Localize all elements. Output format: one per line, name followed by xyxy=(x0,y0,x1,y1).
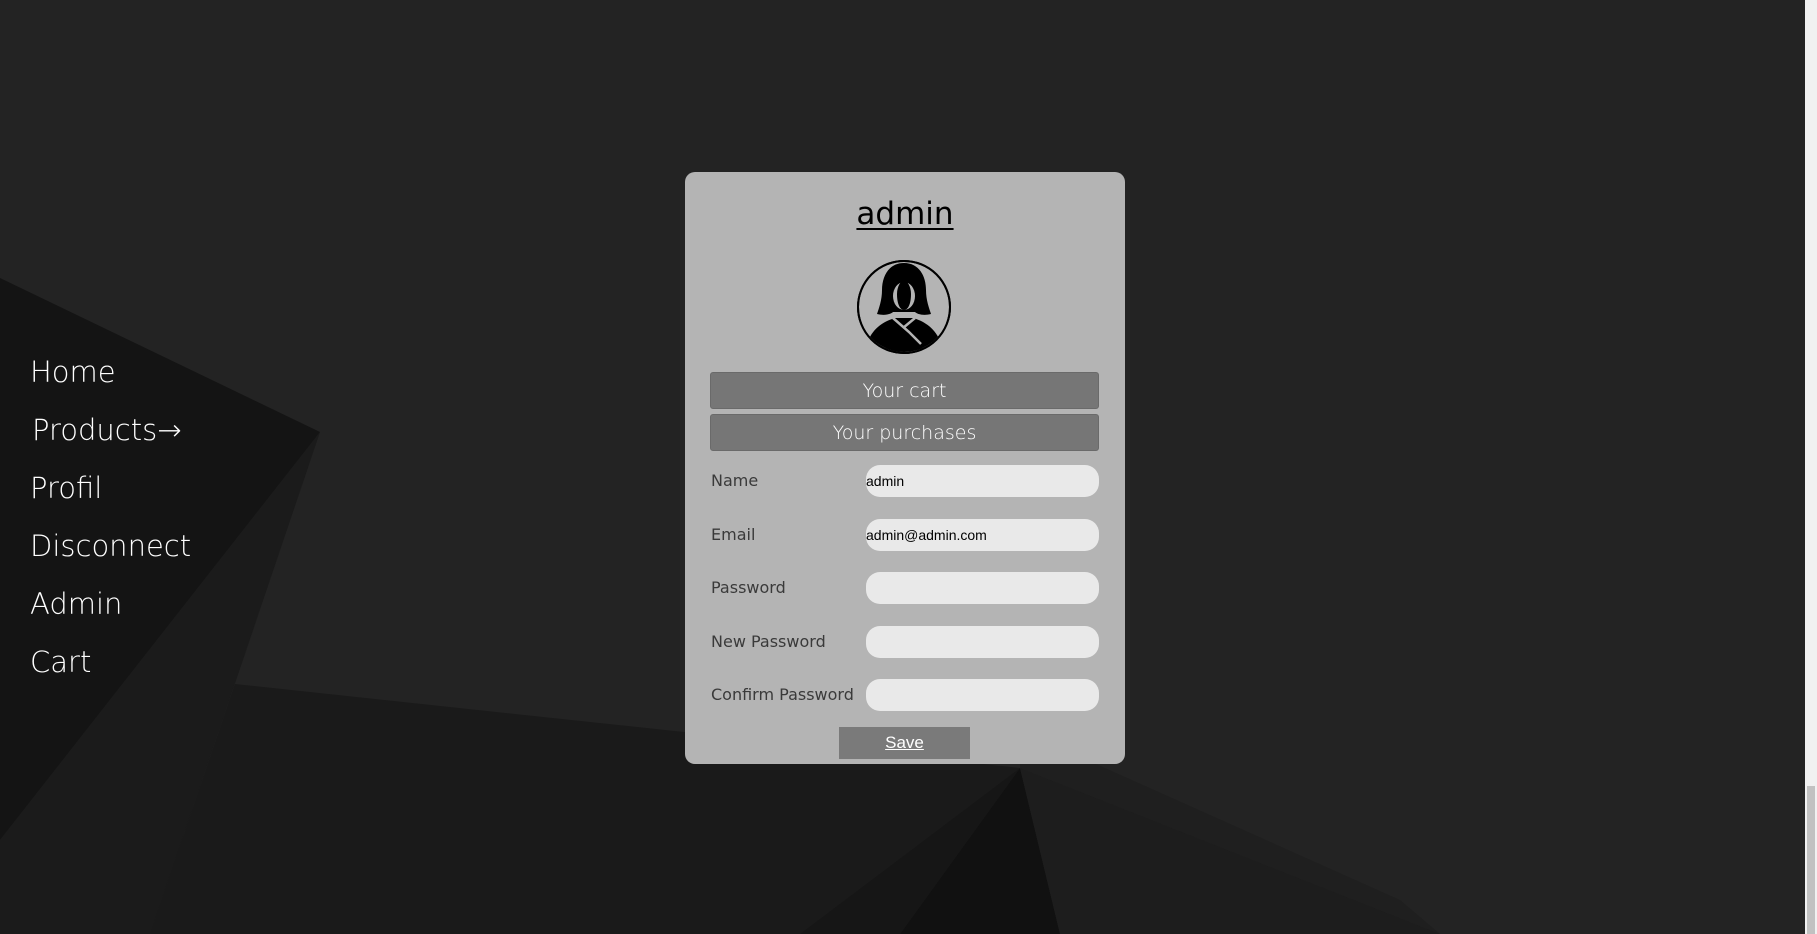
main-nav: Home Products→ Profil Disconnect Admin C… xyxy=(30,358,191,706)
scrollbar-thumb[interactable] xyxy=(1807,786,1815,934)
new-password-label: New Password xyxy=(711,632,826,651)
password-field[interactable] xyxy=(866,572,1099,604)
nav-item-admin[interactable]: Admin xyxy=(30,590,191,648)
email-field[interactable] xyxy=(866,519,1099,551)
name-label: Name xyxy=(711,471,759,490)
nav-item-disconnect[interactable]: Disconnect xyxy=(30,532,191,590)
email-label: Email xyxy=(711,525,756,544)
nav-item-home[interactable]: Home xyxy=(30,358,191,416)
page: Home Products→ Profil Disconnect Admin C… xyxy=(0,0,1817,934)
new-password-field[interactable] xyxy=(866,626,1099,658)
profile-panel: admin Your cart Your purchases Name Emai… xyxy=(685,172,1125,764)
your-cart-button[interactable]: Your cart xyxy=(710,372,1099,409)
confirm-password-field[interactable] xyxy=(866,679,1099,711)
profile-username: admin xyxy=(856,196,954,232)
save-button[interactable]: Save xyxy=(839,727,970,759)
password-label: Password xyxy=(711,578,786,597)
user-avatar-icon xyxy=(857,260,951,354)
confirm-password-label: Confirm Password xyxy=(711,685,854,704)
nav-item-profil[interactable]: Profil xyxy=(30,474,191,532)
nav-item-cart[interactable]: Cart xyxy=(30,648,191,706)
your-purchases-button[interactable]: Your purchases xyxy=(710,414,1099,451)
name-field[interactable] xyxy=(866,465,1099,497)
nav-item-products[interactable]: Products→ xyxy=(30,416,191,474)
